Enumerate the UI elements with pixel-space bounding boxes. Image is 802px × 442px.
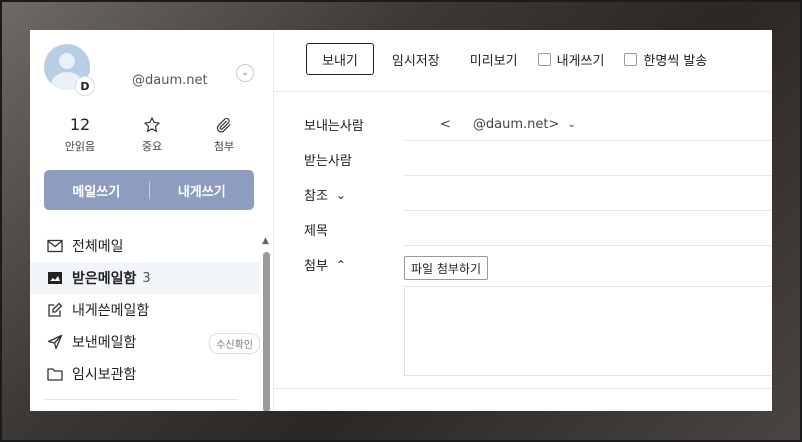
send-individually-checkbox[interactable] <box>624 52 638 66</box>
sender-email: @daum.net> <box>472 117 560 132</box>
mail-stats: 12 안읽음 중요 첨부 <box>44 114 260 154</box>
sidebar-scrollbar[interactable] <box>263 252 270 411</box>
attach-row: 첨부 ⌃ <box>304 255 346 275</box>
account-email: @daum.net <box>132 73 208 88</box>
unread-badge: 3 <box>142 270 151 286</box>
chevron-up-icon[interactable]: ⌃ <box>336 258 346 272</box>
write-to-me-option[interactable]: 내게쓰기 <box>537 50 605 69</box>
preview-button[interactable]: 미리보기 <box>470 50 518 69</box>
cc-row: 참조 ⌄ <box>304 185 346 205</box>
sender-divider <box>404 140 772 141</box>
stat-label: 안읽음 <box>64 140 96 153</box>
folder-label: 전체메일 <box>72 239 124 255</box>
folder-drafts[interactable]: 임시보관함 <box>30 358 260 390</box>
write-to-me-checkbox[interactable] <box>537 52 551 66</box>
sender-prefix: < <box>440 117 451 132</box>
account-badge: D <box>75 76 95 96</box>
sender-label: 보내는사람 <box>304 119 364 134</box>
star-icon <box>143 114 161 136</box>
stat-attachments[interactable]: 첨부 <box>188 114 260 154</box>
recipient-label: 받는사람 <box>304 154 352 169</box>
attachment-drop-area[interactable] <box>404 286 772 376</box>
subject-input[interactable] <box>404 245 772 246</box>
attach-label: 첨부 <box>304 259 328 274</box>
sidebar-divider <box>44 399 238 400</box>
edit-icon <box>46 301 64 319</box>
save-draft-button[interactable]: 임시저장 <box>392 50 440 69</box>
cc-expand-icon[interactable]: ⌄ <box>336 188 346 202</box>
chevron-down-icon: ⌄ <box>567 119 576 130</box>
stat-unread[interactable]: 12 안읽음 <box>44 114 116 154</box>
paperclip-icon <box>215 114 233 136</box>
cc-label: 참조 <box>304 189 328 204</box>
write-mail-button[interactable]: 메일쓰기 <box>44 181 149 200</box>
folder-label: 받은메일함 <box>72 271 137 287</box>
account-menu-button[interactable]: ⌄ <box>236 64 254 82</box>
compose-bar: 메일쓰기 내게쓰기 <box>44 170 254 210</box>
scroll-up-arrow[interactable]: ▲ <box>262 236 269 246</box>
mail-window: D @daum.net ⌄ 12 안읽음 중요 첨부 메일쓰기 내게쓰기 전체메… <box>30 30 772 411</box>
subject-row: 제목 <box>304 220 404 239</box>
send-icon <box>46 333 64 351</box>
sidebar: D @daum.net ⌄ 12 안읽음 중요 첨부 메일쓰기 내게쓰기 전체메… <box>30 30 274 411</box>
editor-divider <box>274 388 772 389</box>
folder-inbox[interactable]: 받은메일함 3 <box>30 262 260 294</box>
sender-row: 보내는사람 < @daum.net> ⌄ <box>304 115 576 134</box>
stat-label: 첨부 <box>213 140 235 153</box>
read-receipt-button[interactable]: 수신확인 <box>209 333 260 354</box>
compose-toolbar: 보내기 임시저장 미리보기 내게쓰기 한명씩 발송 <box>306 43 707 75</box>
subject-label: 제목 <box>304 224 328 239</box>
send-button[interactable]: 보내기 <box>306 43 374 75</box>
folder-all-mail[interactable]: 전체메일 <box>30 230 260 262</box>
chevron-down-icon: ⌄ <box>241 68 249 78</box>
cc-input[interactable] <box>404 210 772 211</box>
folder-sent-to-me[interactable]: 내게쓴메일함 <box>30 294 260 326</box>
send-individually-label: 한명씩 발송 <box>643 53 708 69</box>
write-to-me-button[interactable]: 내게쓰기 <box>150 181 255 200</box>
sender-select[interactable]: < @daum.net> ⌄ <box>404 117 576 132</box>
write-to-me-label: 내게쓰기 <box>556 53 605 69</box>
recipient-row: 받는사람 <box>304 150 404 169</box>
folder-list: 전체메일 받은메일함 3 내게쓴메일함 보낸메일함 수신확인 임시보관함 <box>30 230 260 390</box>
folder-label: 임시보관함 <box>72 367 137 383</box>
toolbar-divider <box>274 91 772 92</box>
stat-label: 중요 <box>141 140 163 153</box>
mail-icon <box>46 237 64 255</box>
compose-panel: 보내기 임시저장 미리보기 내게쓰기 한명씩 발송 보내는사람 < @daum.… <box>274 30 772 411</box>
stat-important[interactable]: 중요 <box>116 114 188 154</box>
folder-label: 내게쓴메일함 <box>72 303 150 319</box>
avatar-head <box>59 53 75 69</box>
attach-file-button[interactable]: 파일 첨부하기 <box>404 256 489 280</box>
folder-sent[interactable]: 보낸메일함 수신확인 <box>30 326 260 358</box>
inbox-icon <box>46 269 64 287</box>
folder-label: 보낸메일함 <box>72 335 137 351</box>
folder-icon <box>46 365 64 383</box>
unread-count: 12 <box>69 115 91 134</box>
send-individually-option[interactable]: 한명씩 발송 <box>624 50 707 69</box>
recipient-input[interactable] <box>404 175 772 176</box>
